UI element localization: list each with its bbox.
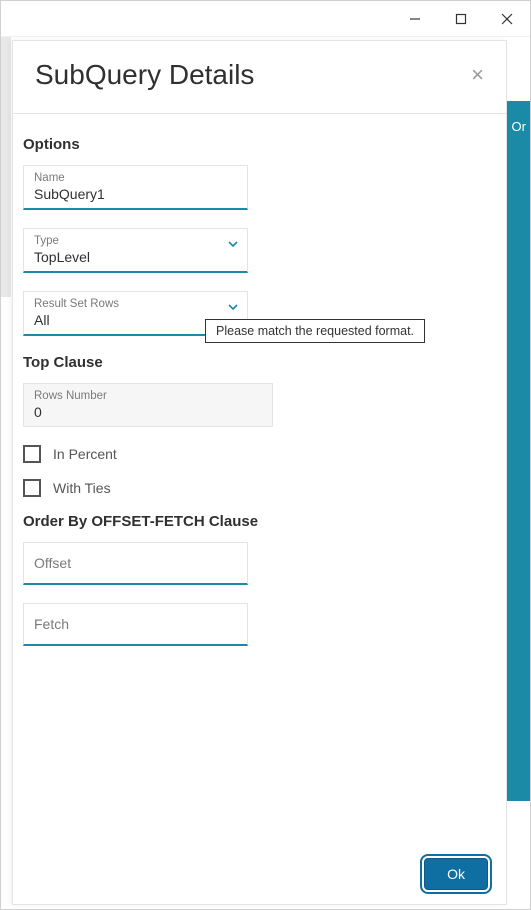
name-label: Name xyxy=(34,172,237,184)
fetch-placeholder: Fetch xyxy=(34,616,237,632)
dialog-footer: Ok xyxy=(13,844,506,904)
validation-tooltip: Please match the requested format. xyxy=(205,319,425,343)
rows-number-field[interactable]: Rows Number 0 xyxy=(23,383,273,427)
background-left-strip xyxy=(1,37,11,297)
dialog-body: Options Name SubQuery1 Type TopLevel Res… xyxy=(13,114,506,844)
minimize-icon xyxy=(409,13,421,25)
ok-button[interactable]: Ok xyxy=(424,858,488,890)
dialog-title: SubQuery Details xyxy=(35,59,254,91)
type-value: TopLevel xyxy=(34,249,237,265)
with-ties-checkbox[interactable] xyxy=(23,479,41,497)
name-field[interactable]: Name SubQuery1 xyxy=(23,165,248,210)
close-icon xyxy=(501,13,513,25)
subquery-details-dialog: SubQuery Details × Options Name SubQuery… xyxy=(12,40,507,905)
fetch-field[interactable]: Fetch xyxy=(23,603,248,646)
app-window: Or SubQuery Details × Options Name SubQu… xyxy=(0,0,531,910)
with-ties-row: With Ties xyxy=(23,479,496,497)
type-label: Type xyxy=(34,235,237,247)
top-clause-section-title: Top Clause xyxy=(23,354,496,371)
dialog-close-button[interactable]: × xyxy=(471,62,484,88)
close-window-button[interactable] xyxy=(484,1,530,37)
in-percent-checkbox[interactable] xyxy=(23,445,41,463)
with-ties-label: With Ties xyxy=(53,480,111,496)
background-right-panel xyxy=(504,101,530,801)
maximize-button[interactable] xyxy=(438,1,484,37)
offset-field[interactable]: Offset xyxy=(23,542,248,585)
result-set-label: Result Set Rows xyxy=(34,298,237,310)
background-right-label: Or xyxy=(512,119,526,134)
type-select[interactable]: Type TopLevel xyxy=(23,228,248,273)
minimize-button[interactable] xyxy=(392,1,438,37)
in-percent-label: In Percent xyxy=(53,446,117,462)
rows-number-value: 0 xyxy=(34,404,262,420)
titlebar xyxy=(1,1,530,37)
offset-placeholder: Offset xyxy=(34,555,237,571)
chevron-down-icon xyxy=(227,300,239,318)
dialog-header: SubQuery Details × xyxy=(13,41,506,114)
chevron-down-icon xyxy=(227,237,239,255)
order-by-section-title: Order By OFFSET-FETCH Clause xyxy=(23,513,496,530)
rows-number-label: Rows Number xyxy=(34,390,262,402)
options-section-title: Options xyxy=(23,136,496,153)
maximize-icon xyxy=(455,13,467,25)
name-value: SubQuery1 xyxy=(34,186,237,202)
in-percent-row: In Percent xyxy=(23,445,496,463)
